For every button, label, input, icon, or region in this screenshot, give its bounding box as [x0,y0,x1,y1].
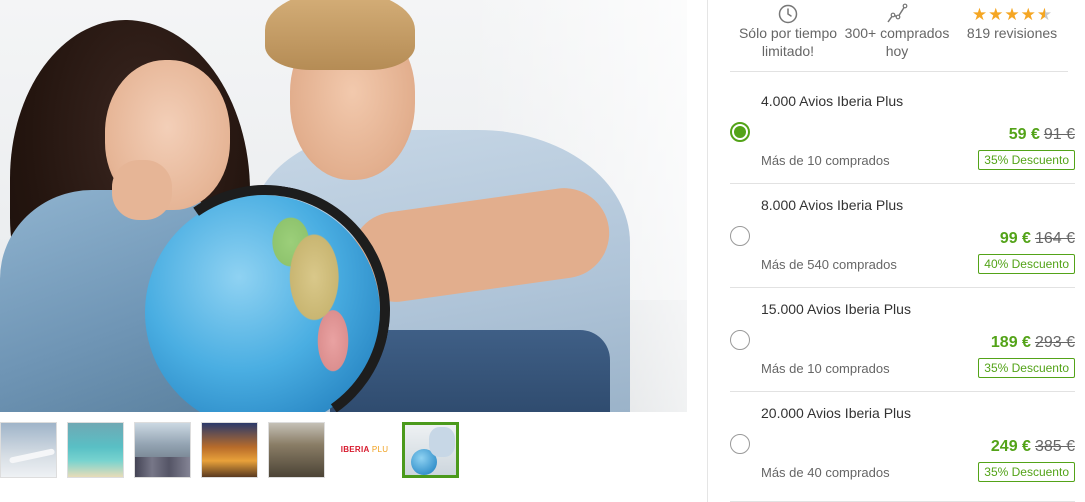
option-price: 59 € [1008,126,1040,143]
option-old-price: 385 € [1034,438,1075,455]
logo-text: IBERIA [340,445,370,454]
feature-bought-today: 300+ comprados hoy [840,0,954,60]
reviews-count: 819 revisiones [966,25,1058,41]
feature-row: Sólo por tiempo limitado! 300+ comprados… [730,0,1068,72]
option-radio[interactable] [730,226,750,246]
star-icon: ★ [1036,5,1053,24]
option-price: 189 € [990,334,1031,351]
deal-main-image [0,0,687,412]
option-old-price: 164 € [1034,230,1075,247]
option-price-line: 59 €91 € [1009,126,1075,144]
feature-reviews[interactable]: ★ ★ ★ ★ ★ 819 revisiones [956,0,1068,42]
iberia-logo: IBERIA PLU [336,445,391,454]
option-discount-badge: 35% Descuento [978,462,1075,482]
star-icon: ★ [1020,5,1036,24]
option-discount-badge: 35% Descuento [978,358,1075,378]
thumb-couple[interactable] [268,422,325,478]
rating-stars: ★ ★ ★ ★ ★ [956,0,1068,24]
man-hair [265,0,415,70]
thumb-globe[interactable] [402,422,459,478]
option-price-line: 249 €385 € [991,438,1075,456]
option-old-price: 293 € [1034,334,1075,351]
option-item-4[interactable]: 20.000 Avios Iberia Plus 249 €385 € Más … [730,392,1075,502]
option-price: 99 € [999,230,1031,247]
option-radio[interactable] [730,434,750,454]
thumb-beach[interactable] [67,422,124,478]
star-icon: ★ [971,5,988,24]
option-bought-count: Más de 40 comprados [761,465,890,480]
feature-bought-line2: hoy [885,43,909,59]
option-title: 4.000 Avios Iberia Plus [761,93,904,109]
option-item-2[interactable]: 8.000 Avios Iberia Plus 99 €164 € Más de… [730,184,1075,288]
options-list: 4.000 Avios Iberia Plus 59 €91 € Más de … [730,80,1075,502]
option-price-line: 189 €293 € [991,334,1075,352]
thumb-market[interactable] [201,422,258,478]
thumb-plane[interactable] [0,422,57,478]
option-bought-count: Más de 10 comprados [761,153,890,168]
option-price-line: 99 €164 € [1000,230,1075,248]
option-title: 20.000 Avios Iberia Plus [761,405,911,421]
option-bought-count: Más de 10 comprados [761,361,890,376]
option-discount-badge: 40% Descuento [978,254,1075,274]
feature-bought-line1: 300+ comprados [844,25,950,41]
option-old-price: 91 € [1043,126,1075,143]
option-discount-badge: 35% Descuento [978,150,1075,170]
option-title: 8.000 Avios Iberia Plus [761,197,904,213]
option-title: 15.000 Avios Iberia Plus [761,301,911,317]
option-radio[interactable] [730,122,750,142]
deal-options-panel: Sólo por tiempo limitado! 300+ comprados… [707,0,1085,502]
option-item-3[interactable]: 15.000 Avios Iberia Plus 189 €293 € Más … [730,288,1075,392]
thumb-city[interactable] [134,422,191,478]
option-bought-count: Más de 540 comprados [761,257,897,272]
feature-limited-time: Sólo por tiempo limitado! [730,0,846,60]
clock-icon [730,0,846,24]
star-icon: ★ [988,5,1004,24]
option-radio[interactable] [730,330,750,350]
logo-suffix: PLU [371,445,389,454]
feature-limited-line2: limitado! [761,43,815,59]
option-item-1[interactable]: 4.000 Avios Iberia Plus 59 €91 € Más de … [730,80,1075,184]
star-icon: ★ [1004,5,1020,24]
thumb-iberia-logo[interactable]: IBERIA PLU [335,422,392,478]
feature-limited-line1: Sólo por tiempo [738,25,838,41]
trend-line-icon [840,0,954,24]
option-price: 249 € [990,438,1031,455]
woman-hand [112,160,172,220]
thumbnail-strip: IBERIA PLU [0,422,687,480]
